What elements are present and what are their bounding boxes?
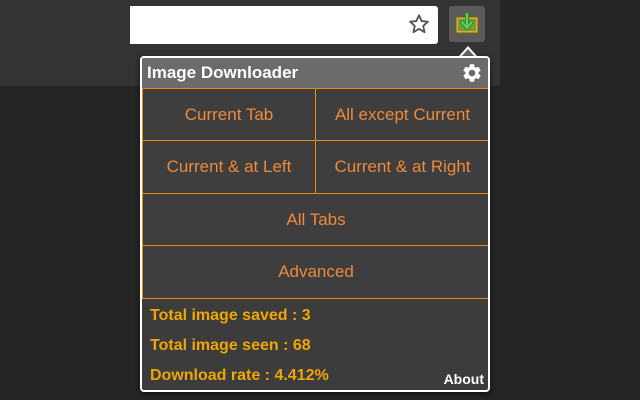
- popup-title: Image Downloader: [147, 63, 299, 82]
- about-link[interactable]: About: [444, 371, 484, 387]
- address-bar[interactable]: [130, 6, 438, 44]
- current-tab-button[interactable]: Current Tab: [142, 88, 316, 141]
- popup-header: Image Downloader: [142, 58, 488, 90]
- advanced-button[interactable]: Advanced: [142, 245, 488, 299]
- all-tabs-button[interactable]: All Tabs: [142, 193, 488, 246]
- all-except-current-button[interactable]: All except Current: [315, 88, 488, 141]
- image-downloader-popup: Image Downloader Current Tab All except …: [140, 56, 490, 392]
- image-downloader-extension-icon[interactable]: [449, 6, 485, 42]
- gear-icon[interactable]: [461, 62, 483, 84]
- star-icon[interactable]: [406, 11, 432, 37]
- current-and-left-button[interactable]: Current & at Left: [142, 140, 316, 194]
- total-saved-stat: Total image saved : 3: [150, 307, 311, 324]
- total-seen-stat: Total image seen : 68: [150, 337, 311, 354]
- current-and-right-button[interactable]: Current & at Right: [315, 140, 488, 194]
- download-rate-stat: Download rate : 4.412%: [150, 367, 329, 384]
